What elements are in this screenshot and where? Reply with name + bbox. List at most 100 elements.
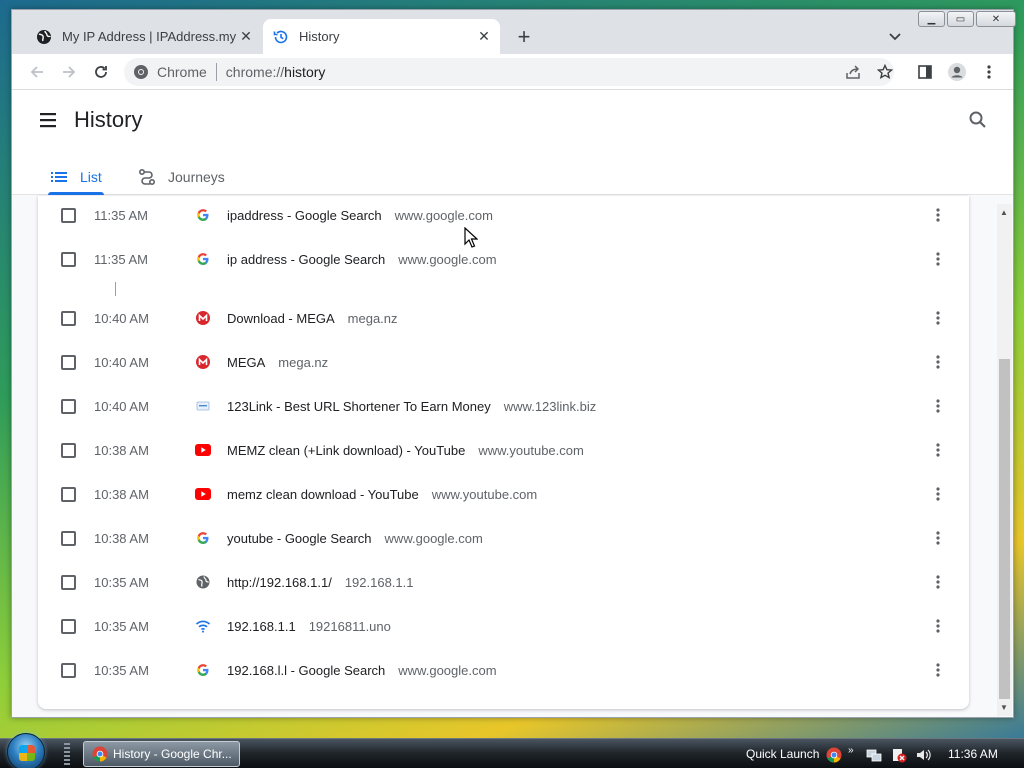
history-row[interactable]: 10:35 AM 192.168.1.1 19216811.uno bbox=[38, 604, 969, 648]
history-header: History List Journeys bbox=[12, 91, 1013, 195]
search-icon[interactable] bbox=[967, 109, 989, 131]
more-actions-icon[interactable] bbox=[928, 660, 948, 680]
history-entry[interactable]: 123Link - Best URL Shortener To Earn Mon… bbox=[227, 399, 596, 414]
history-row[interactable]: 10:40 AM MEGA mega.nz bbox=[38, 340, 969, 384]
tab-ipaddress[interactable]: My IP Address | IPAddress.my ✕ bbox=[26, 19, 262, 54]
maximize-button[interactable]: ▭ bbox=[947, 11, 974, 27]
more-actions-icon[interactable] bbox=[928, 352, 948, 372]
entry-title: youtube - Google Search bbox=[227, 530, 372, 546]
close-window-button[interactable]: ✕ bbox=[976, 11, 1016, 27]
row-checkbox[interactable] bbox=[61, 251, 76, 267]
tab-search-chevron-icon[interactable] bbox=[885, 27, 905, 47]
row-checkbox[interactable] bbox=[61, 398, 76, 414]
hamburger-menu-icon[interactable] bbox=[38, 111, 60, 129]
row-checkbox[interactable] bbox=[61, 530, 76, 546]
entry-domain: www.google.com bbox=[394, 207, 493, 223]
minimize-button[interactable]: ▁ bbox=[918, 11, 945, 27]
address-bar[interactable]: Chrome chrome:// history bbox=[124, 58, 894, 86]
bookmark-button[interactable] bbox=[873, 60, 897, 84]
new-tab-button[interactable]: + bbox=[512, 24, 536, 49]
close-tab-icon[interactable]: ✕ bbox=[474, 27, 494, 47]
browser-window: My IP Address | IPAddress.my ✕ History ✕… bbox=[11, 9, 1016, 718]
volume-icon[interactable] bbox=[915, 747, 931, 763]
visit-time: 10:38 AM bbox=[94, 530, 149, 546]
more-actions-icon[interactable] bbox=[928, 396, 948, 416]
row-checkbox[interactable] bbox=[61, 354, 76, 370]
share-button[interactable] bbox=[841, 60, 865, 84]
history-row[interactable]: 10:40 AM 123Link - Best URL Shortener To… bbox=[38, 384, 969, 428]
history-row[interactable]: 10:35 AM http://192.168.1.1/192.168.1.1 bbox=[38, 560, 969, 604]
taskbar-chrome-window[interactable]: History - Google Chr... bbox=[83, 741, 240, 767]
more-actions-icon[interactable] bbox=[928, 528, 948, 548]
quick-launch-chevron[interactable]: » bbox=[848, 735, 854, 765]
history-row[interactable]: 10:38 AM memz clean download - YouTube ww… bbox=[38, 472, 969, 516]
side-panel-icon bbox=[918, 65, 932, 79]
taskbar-grip bbox=[64, 743, 70, 765]
list-icon bbox=[51, 172, 67, 182]
history-row[interactable]: 10:35 AM 192.168.l.l - Google Search www.… bbox=[38, 648, 969, 692]
history-entry[interactable]: youtube - Google Search www.google.com bbox=[227, 531, 483, 546]
history-entry[interactable]: http://192.168.1.1/192.168.1.1 bbox=[227, 575, 414, 590]
scroll-up-arrow-icon[interactable]: ▲ bbox=[1000, 208, 1008, 217]
history-row[interactable]: 10:38 AM youtube - Google Search www.goog… bbox=[38, 516, 969, 560]
more-actions-icon[interactable] bbox=[928, 205, 948, 225]
row-checkbox[interactable] bbox=[61, 662, 76, 678]
forward-arrow-icon bbox=[63, 66, 76, 78]
back-button[interactable] bbox=[25, 60, 49, 84]
history-entry[interactable]: memz clean download - YouTube www.youtube… bbox=[227, 487, 537, 502]
row-checkbox[interactable] bbox=[61, 442, 76, 458]
history-entry[interactable]: 192.168.1.1 19216811.uno bbox=[227, 619, 391, 634]
more-actions-icon[interactable] bbox=[928, 440, 948, 460]
entry-domain: www.123link.biz bbox=[503, 398, 597, 414]
row-checkbox[interactable] bbox=[61, 310, 76, 326]
side-panel-button[interactable] bbox=[913, 60, 937, 84]
tab-journeys[interactable]: Journeys bbox=[136, 159, 225, 195]
start-button[interactable] bbox=[7, 733, 45, 768]
history-row[interactable]: 11:35 AM ipaddress - Google Search www.go… bbox=[38, 193, 969, 237]
chrome-icon[interactable] bbox=[826, 747, 842, 763]
profile-button[interactable] bbox=[945, 60, 969, 84]
visit-time: 10:40 AM bbox=[94, 354, 149, 370]
tab-list-label: List bbox=[80, 169, 102, 185]
123link-icon bbox=[195, 398, 211, 414]
page-title: History bbox=[74, 107, 143, 132]
chrome-menu-button[interactable] bbox=[977, 60, 1001, 84]
history-row[interactable]: 11:35 AM ip address - Google Search www.g… bbox=[38, 237, 969, 281]
wifi-icon bbox=[195, 618, 211, 634]
row-checkbox[interactable] bbox=[61, 486, 76, 502]
more-actions-icon[interactable] bbox=[928, 249, 948, 269]
row-checkbox[interactable] bbox=[61, 618, 76, 634]
more-actions-icon[interactable] bbox=[928, 572, 948, 592]
history-entry[interactable]: MEGA mega.nz bbox=[227, 355, 328, 370]
row-checkbox[interactable] bbox=[61, 574, 76, 590]
history-entry[interactable]: 192.168.l.l - Google Search www.google.co… bbox=[227, 663, 497, 678]
window-controls: ▁ ▭ ✕ bbox=[916, 11, 1016, 27]
history-entry[interactable]: ipaddress - Google Search www.google.com bbox=[227, 208, 493, 223]
close-tab-icon[interactable]: ✕ bbox=[236, 27, 256, 47]
url-scheme: chrome:// bbox=[225, 64, 285, 80]
row-checkbox[interactable] bbox=[61, 207, 76, 223]
network-icon[interactable] bbox=[866, 747, 882, 763]
quick-launch-label: Quick Launch bbox=[746, 747, 820, 761]
history-row[interactable]: 10:40 AM Download - MEGA mega.nz bbox=[38, 296, 969, 340]
mouse-cursor-icon bbox=[464, 227, 478, 248]
reload-button[interactable] bbox=[89, 60, 113, 84]
system-clock[interactable]: 11:36 AM bbox=[948, 739, 998, 768]
tab-list[interactable]: List bbox=[48, 159, 116, 195]
more-actions-icon[interactable] bbox=[928, 616, 948, 636]
history-entry[interactable]: Download - MEGA mega.nz bbox=[227, 311, 398, 326]
more-actions-icon[interactable] bbox=[928, 308, 948, 328]
share-icon bbox=[846, 65, 860, 79]
journeys-icon bbox=[138, 168, 156, 186]
scroll-down-arrow-icon[interactable]: ▼ bbox=[1000, 703, 1008, 712]
tab-history[interactable]: History ✕ bbox=[263, 19, 500, 54]
page-scrollbar[interactable]: ▲ ▼ bbox=[997, 204, 1012, 716]
forward-button[interactable] bbox=[57, 60, 81, 84]
history-entry[interactable]: MEMZ clean (+Link download) - YouTube www… bbox=[227, 443, 584, 458]
history-entry[interactable]: ip address - Google Search www.google.com bbox=[227, 252, 497, 267]
visit-time: 10:38 AM bbox=[94, 486, 149, 502]
scroll-thumb[interactable] bbox=[999, 359, 1010, 699]
history-row[interactable]: 10:38 AM MEMZ clean (+Link download) - Y… bbox=[38, 428, 969, 472]
security-alert-icon[interactable] bbox=[891, 747, 907, 763]
more-actions-icon[interactable] bbox=[928, 484, 948, 504]
